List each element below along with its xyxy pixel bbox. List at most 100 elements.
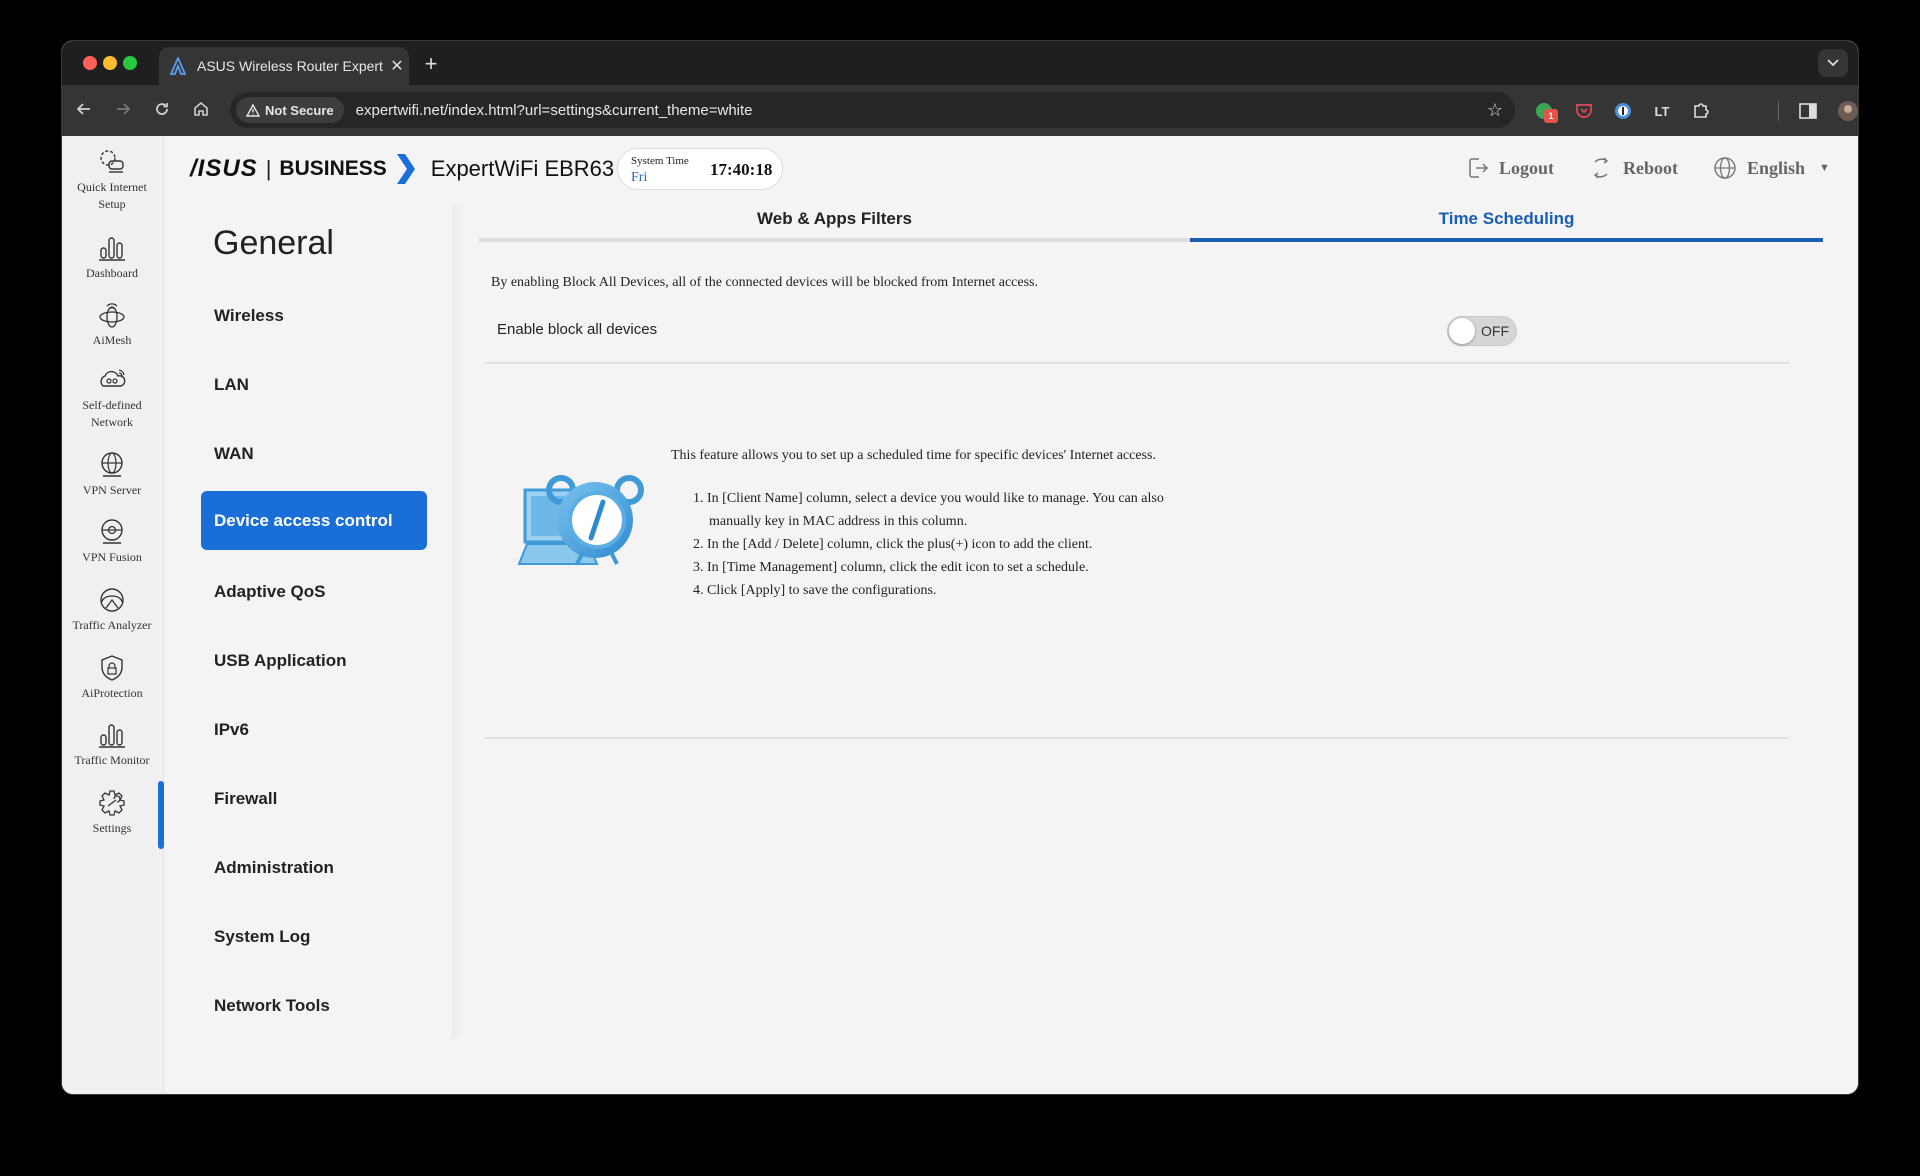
bookmark-star-icon[interactable]: ☆: [1475, 100, 1515, 121]
traffic-monitor-icon: [99, 724, 125, 748]
rail-item-settings[interactable]: Settings: [62, 789, 162, 837]
menu-item-lan[interactable]: LAN: [201, 355, 427, 414]
step-1-cont: manually key in MAC address in this colu…: [709, 514, 968, 529]
rail-item-self-defined-network[interactable]: Self-defined Network: [62, 366, 162, 431]
new-tab-button[interactable]: +: [419, 51, 443, 77]
language-label: English: [1747, 157, 1806, 178]
rail-item-aimesh[interactable]: AiMesh: [62, 301, 162, 349]
address-bar[interactable]: Not Secure expertwifi.net/index.html?url…: [230, 92, 1515, 128]
side-panel-icon[interactable]: [1796, 99, 1820, 123]
feature-description: This feature allows you to set up a sche…: [671, 448, 1156, 463]
brand-separator: |: [265, 156, 272, 181]
extension-languagetool-icon[interactable]: LT: [1650, 99, 1674, 123]
profile-avatar[interactable]: [1836, 99, 1858, 123]
asus-logo: /ISUS: [190, 155, 258, 182]
rail-label: AiMesh: [92, 333, 132, 347]
rail-item-vpn-fusion[interactable]: VPN Fusion: [62, 518, 162, 566]
logout-icon: [1469, 158, 1489, 178]
main-nav-rail: Quick Internet Setup Dashboard AiMesh Se…: [62, 136, 164, 1094]
self-defined-network-icon: [100, 369, 126, 387]
system-time-pill: System Time Fri 17:40:18: [617, 148, 783, 190]
toggle-state: OFF: [1481, 323, 1509, 339]
rail-label: Network: [91, 415, 133, 429]
extension-grammarly-icon[interactable]: 1: [1532, 99, 1558, 123]
menu-item-network-tools[interactable]: Network Tools: [201, 976, 427, 1035]
system-time-clock: 17:40:18: [710, 160, 773, 179]
rail-item-quick-internet-setup[interactable]: Quick Internet Setup: [62, 148, 162, 213]
reboot-button[interactable]: Reboot: [1589, 156, 1678, 180]
rail-item-vpn-server[interactable]: VPN Server: [62, 451, 162, 499]
close-tab-icon[interactable]: ✕: [385, 56, 409, 76]
menu-item-firewall[interactable]: Firewall: [201, 769, 427, 828]
menu-item-administration[interactable]: Administration: [201, 838, 427, 897]
close-window-button[interactable]: [83, 56, 97, 70]
rail-item-traffic-analyzer[interactable]: Traffic Analyzer: [62, 586, 162, 634]
time-scheduling-row: [485, 678, 1789, 738]
rail-label: Setup: [98, 197, 126, 211]
rail-label: AiProtection: [81, 686, 143, 700]
extension-badge: 1: [1544, 109, 1558, 123]
rail-label: Dashboard: [86, 266, 138, 280]
warning-icon: [246, 103, 260, 117]
minimize-window-button[interactable]: [103, 56, 117, 70]
reboot-label: Reboot: [1623, 157, 1678, 178]
menu-item-device-access-control[interactable]: Device access control: [201, 491, 427, 550]
menu-divider: [452, 204, 464, 1039]
home-icon: [194, 101, 208, 116]
menu-item-adaptive-qos[interactable]: Adaptive QoS: [201, 562, 427, 621]
reboot-icon: [1593, 157, 1609, 179]
menu-item-ipv6[interactable]: IPv6: [201, 700, 427, 759]
browser-tab[interactable]: ASUS Wireless Router Expert ✕: [159, 47, 409, 85]
brand-business: BUSINESS: [279, 157, 387, 180]
main-content: Web & Apps Filters Time Scheduling By en…: [479, 200, 1823, 1035]
aimesh-icon: [99, 303, 125, 328]
security-label: Not Secure: [265, 102, 334, 118]
language-select[interactable]: English ▼: [1713, 156, 1830, 180]
tab-web-apps-filters[interactable]: Web & Apps Filters: [479, 200, 1190, 242]
rail-label: VPN Fusion: [82, 550, 142, 564]
home-button[interactable]: [189, 99, 213, 123]
globe-icon: [1714, 157, 1736, 179]
rail-label: Settings: [92, 821, 132, 835]
arrow-left-icon: [76, 103, 90, 115]
browser-window: ASUS Wireless Router Expert ✕ + Not Secu…: [61, 40, 1859, 1095]
sub-tabs: Web & Apps Filters Time Scheduling: [479, 200, 1823, 242]
forward-button[interactable]: [111, 99, 135, 123]
rail-active-indicator: [158, 781, 164, 849]
rail-item-aiprotection[interactable]: AiProtection: [62, 654, 162, 702]
url-text[interactable]: expertwifi.net/index.html?url=settings&c…: [356, 102, 1475, 119]
vpn-fusion-icon: [101, 519, 123, 544]
menu-item-wireless[interactable]: Wireless: [201, 286, 427, 345]
menu-item-usb-application[interactable]: USB Application: [201, 631, 427, 690]
rail-item-dashboard[interactable]: Dashboard: [62, 234, 162, 282]
menu-item-system-log[interactable]: System Log: [201, 907, 427, 966]
extensions-puzzle-icon[interactable]: [1689, 99, 1713, 123]
block-all-toggle[interactable]: OFF: [1447, 316, 1517, 346]
tab-strip: ASUS Wireless Router Expert ✕ +: [62, 41, 1858, 85]
block-all-description: By enabling Block All Devices, all of th…: [491, 275, 1038, 290]
system-time-day: Fri: [631, 170, 648, 185]
settings-menu: General Wireless LAN WAN Device access c…: [201, 200, 451, 1035]
rail-item-traffic-monitor[interactable]: Traffic Monitor: [62, 721, 162, 769]
step-3: 3. In [Time Management] column, click th…: [693, 560, 1089, 575]
back-button[interactable]: [72, 99, 96, 123]
tab-search-button[interactable]: [1818, 49, 1848, 77]
maximize-window-button[interactable]: [123, 56, 137, 70]
reload-button[interactable]: [150, 99, 174, 123]
logout-button[interactable]: Logout: [1467, 156, 1554, 180]
security-indicator[interactable]: Not Secure: [236, 97, 344, 123]
brand-chevron-icon: [396, 154, 415, 184]
extension-1password-icon[interactable]: [1611, 99, 1635, 123]
dashboard-icon: [99, 237, 125, 261]
step-1: 1. In [Client Name] column, select a dev…: [693, 491, 1164, 506]
extension-pocket-icon[interactable]: [1572, 99, 1596, 123]
instruction-steps: 1. In [Client Name] column, select a dev…: [693, 487, 1164, 602]
rail-label: Self-defined: [82, 398, 142, 412]
tab-time-scheduling[interactable]: Time Scheduling: [1190, 200, 1823, 242]
rail-label: Traffic Monitor: [74, 753, 150, 767]
menu-item-wan[interactable]: WAN: [201, 424, 427, 483]
settings-icon: [99, 790, 125, 816]
rail-label: Quick Internet: [77, 180, 147, 194]
time-sched-row-top: [485, 738, 1789, 739]
menu-title: General: [213, 224, 334, 262]
